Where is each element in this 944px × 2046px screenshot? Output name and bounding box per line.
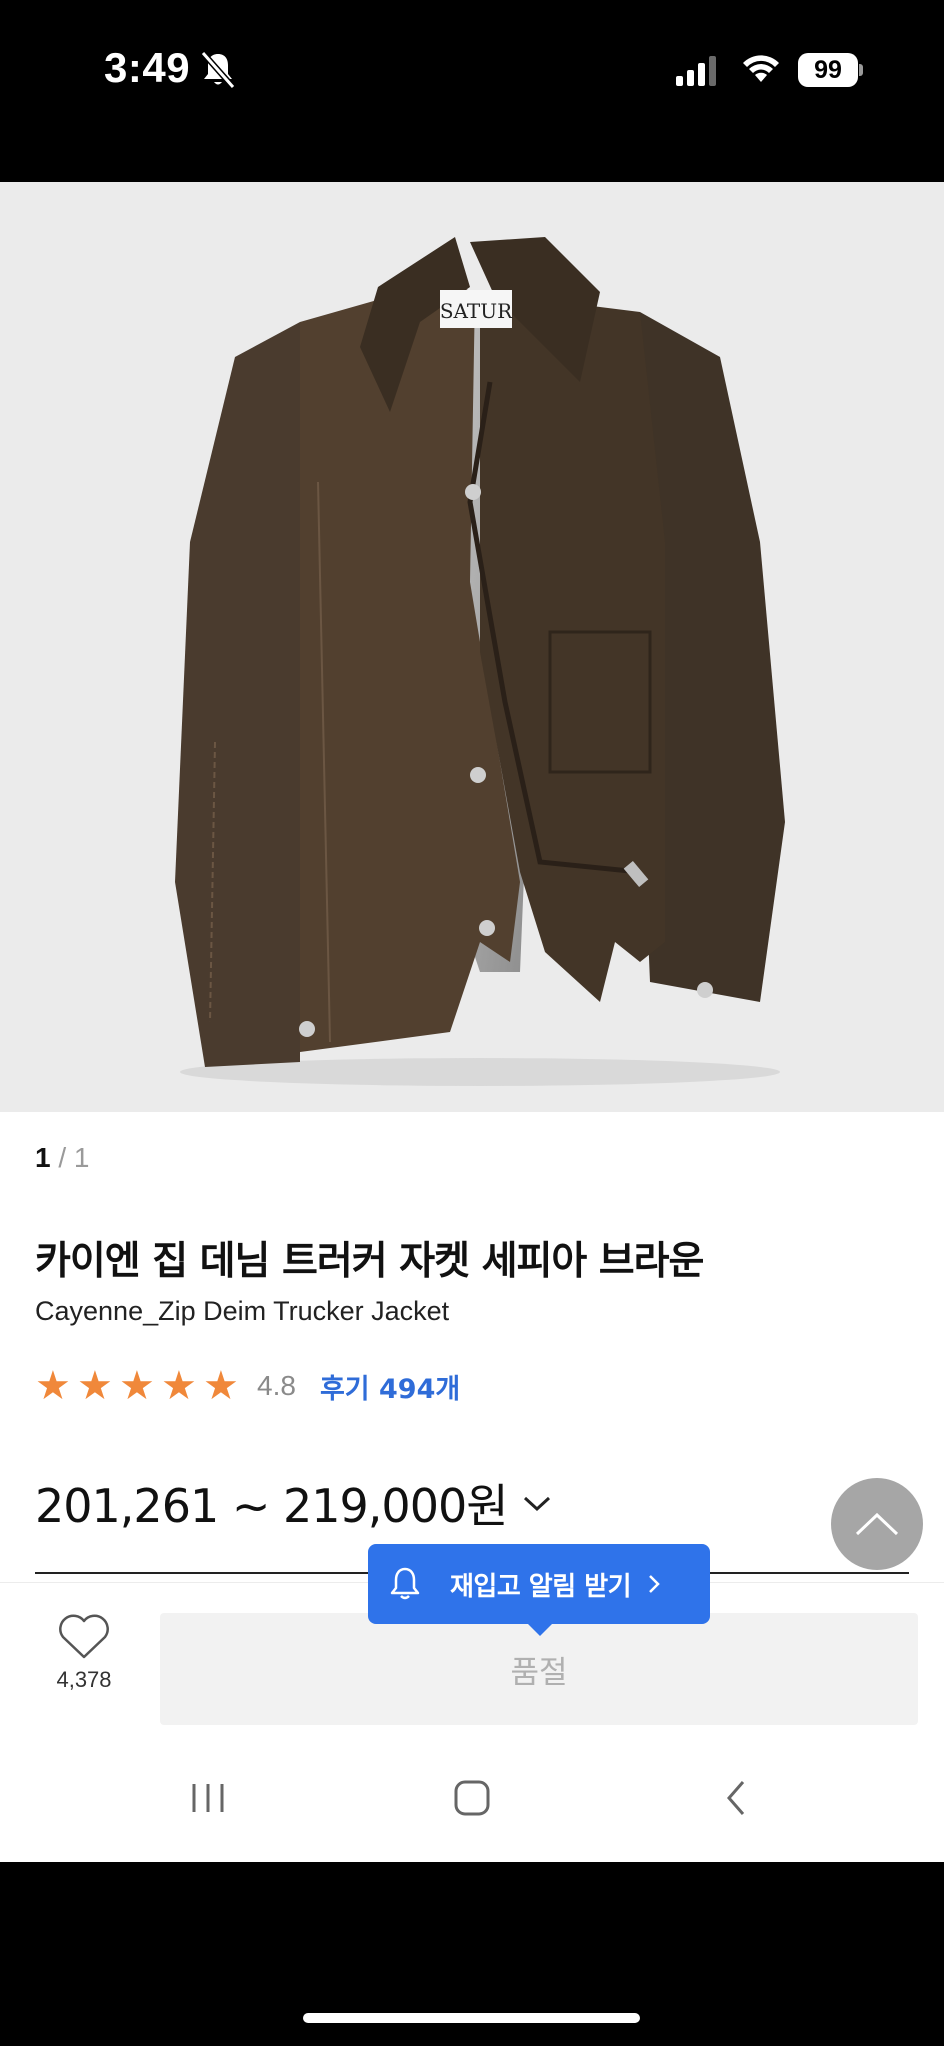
- restock-alert-label: 재입고 알림 받기: [450, 1571, 632, 1602]
- like-button[interactable]: 4,378: [44, 1613, 124, 1693]
- reviews-link[interactable]: 후기 494개: [320, 1367, 460, 1406]
- chevron-up-icon: [855, 1512, 899, 1536]
- battery-indicator: 99: [798, 53, 863, 87]
- price-range: 201,261 ~ 219,000원: [35, 1479, 509, 1533]
- image-counter: 1 / 1: [35, 1142, 90, 1174]
- jacket-label-text: SATUR: [440, 299, 513, 323]
- restock-alert-button[interactable]: 재입고 알림 받기: [368, 1544, 710, 1636]
- rating-value: 4.8: [257, 1370, 296, 1401]
- bell-slash-icon: [200, 51, 236, 89]
- star-icon: ★: [77, 1363, 113, 1409]
- home-indicator[interactable]: [303, 2013, 640, 2023]
- wifi-icon: [743, 55, 779, 82]
- scroll-to-top-button[interactable]: [831, 1478, 923, 1570]
- battery-level: 99: [798, 53, 858, 87]
- image-counter-current: 1: [35, 1142, 51, 1173]
- rating-row: ★ ★ ★ ★ ★ 4.8 후기 494개: [35, 1366, 460, 1406]
- image-counter-total: 1: [73, 1142, 90, 1173]
- star-rating: ★ ★ ★ ★ ★: [35, 1366, 245, 1406]
- recent-apps-icon: [192, 1784, 224, 1812]
- product-image[interactable]: SATUR: [0, 182, 944, 1112]
- like-count: 4,378: [56, 1667, 112, 1692]
- recent-apps-button[interactable]: [178, 1768, 238, 1828]
- back-button[interactable]: [706, 1768, 766, 1828]
- star-icon: ★: [35, 1363, 71, 1409]
- home-button[interactable]: [442, 1768, 502, 1828]
- bell-icon: [390, 1567, 420, 1600]
- android-navigation-bar: [0, 1728, 944, 1862]
- star-icon: ★: [161, 1363, 197, 1409]
- product-title: 카이엔 집 데님 트러커 자켓 세피아 브라운: [35, 1239, 704, 1284]
- chevron-right-icon: [649, 1575, 660, 1593]
- back-icon: [727, 1781, 745, 1815]
- status-time: 3:49: [104, 44, 191, 91]
- battery-tip: [859, 64, 863, 76]
- image-counter-separator: /: [58, 1142, 67, 1173]
- home-icon: [454, 1780, 490, 1816]
- star-icon: ★: [119, 1363, 155, 1409]
- star-icon: ★: [203, 1363, 239, 1409]
- price-selector[interactable]: 201,261 ~ 219,000원: [35, 1470, 552, 1536]
- heart-icon: [59, 1614, 109, 1659]
- product-subtitle: Cayenne_Zip Deim Trucker Jacket: [35, 1296, 450, 1326]
- cellular-signal-icon: [676, 56, 716, 86]
- status-bar: 3:49 99: [0, 0, 944, 182]
- product-page: SATUR 1 / 1 카이엔 집 데님 트러커 자켓 세피아 브라운 Caye…: [0, 182, 944, 1862]
- chevron-down-icon: [523, 1496, 550, 1512]
